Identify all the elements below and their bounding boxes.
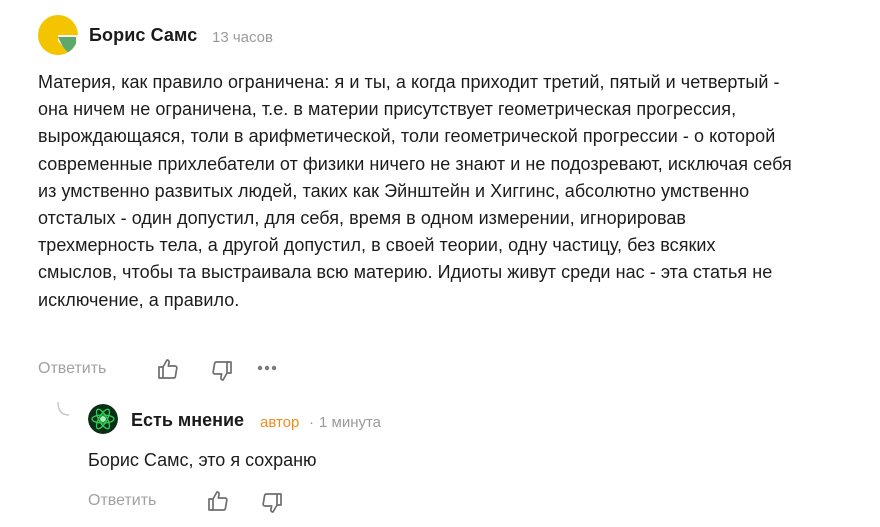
reply-avatar[interactable]: [88, 404, 118, 434]
atom-icon: [88, 404, 118, 434]
reply-text: Борис Самс, это я сохраню: [88, 450, 317, 470]
more-icon: [257, 365, 277, 371]
like-button[interactable]: [156, 357, 180, 381]
author-name[interactable]: Борис Самс: [89, 25, 197, 46]
reply-author-name[interactable]: Есть мнение: [131, 410, 244, 431]
comment-text: Материя, как правило ограничена: я и ты,…: [38, 72, 792, 310]
reply-button[interactable]: Ответить: [38, 360, 106, 378]
author-badge: автор: [260, 414, 300, 431]
thread-line-icon: [56, 401, 70, 418]
avatar-image: [38, 15, 78, 55]
reply-dislike-button[interactable]: [260, 491, 284, 515]
reply-timestamp[interactable]: 1 минута: [319, 414, 381, 431]
meta-separator: ·: [309, 414, 314, 431]
dislike-button[interactable]: [210, 359, 234, 383]
comment-timestamp[interactable]: 13 часов: [212, 29, 273, 46]
more-button[interactable]: [256, 360, 278, 376]
avatar[interactable]: [38, 15, 78, 55]
dislike-icon: [212, 361, 232, 381]
reply-like-button[interactable]: [206, 489, 230, 513]
reply-reply-button[interactable]: Ответить: [88, 492, 156, 510]
like-icon: [158, 359, 178, 379]
like-icon: [208, 491, 228, 511]
dislike-icon: [262, 493, 282, 513]
